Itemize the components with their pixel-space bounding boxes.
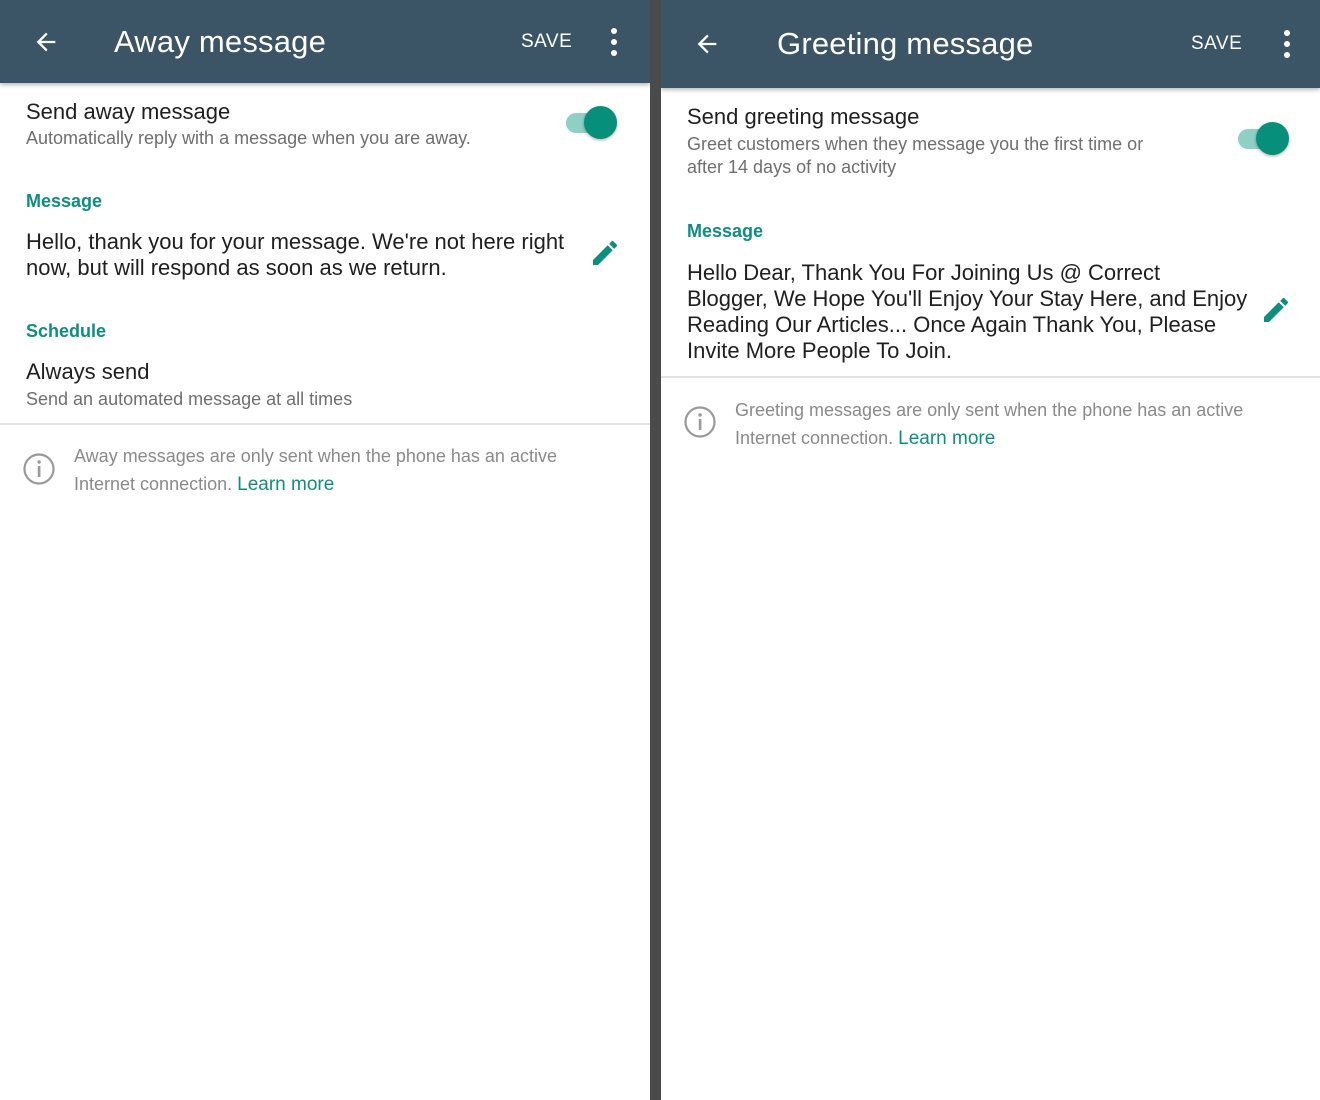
away-message-line-1: Hello, thank you for your message. We're…: [26, 229, 565, 254]
learn-more-link[interactable]: Learn more: [898, 428, 995, 449]
pencil-icon: [1264, 297, 1289, 322]
info-note: Away messages are only sent when the pho…: [74, 442, 557, 499]
edit-message-button[interactable]: [1259, 293, 1293, 327]
app-bar: Away message SAVE: [0, 0, 650, 83]
divider: [661, 376, 1320, 378]
save-button[interactable]: SAVE: [1191, 33, 1242, 55]
send-greeting-subtitle-line-2: after 14 days of no activity: [687, 157, 897, 177]
more-vert-icon[interactable]: [1277, 26, 1297, 62]
info-line-1: Greeting messages are only sent when the…: [735, 400, 1244, 420]
greeting-message-line-1: Hello Dear, Thank You For Joining Us @ C…: [687, 260, 1161, 285]
send-away-toggle[interactable]: [564, 106, 620, 140]
info-circle-icon: [684, 406, 716, 438]
info-line-2: Internet connection. Learn more: [735, 424, 1243, 453]
divider: [0, 423, 650, 425]
pencil-icon: [593, 240, 618, 265]
more-vert-icon[interactable]: [604, 24, 624, 60]
send-away-title: Send away message: [26, 99, 231, 124]
greeting-message-screen: Greeting message SAVE Send greeting mess…: [661, 0, 1320, 1100]
edit-message-button[interactable]: [588, 236, 622, 270]
info-note: Greeting messages are only sent when the…: [735, 396, 1243, 453]
app-bar: Greeting message SAVE: [661, 0, 1320, 88]
send-greeting-subtitle-line-1: Greet customers when they message you th…: [687, 134, 1144, 154]
message-section-header: Message: [26, 191, 103, 211]
arrow-left-icon: [36, 32, 56, 51]
away-message-line-2: now, but will respond as soon as we retu…: [26, 255, 447, 280]
save-button[interactable]: SAVE: [521, 31, 572, 53]
greeting-message-line-2: Blogger, We Hope You'll Enjoy Your Stay …: [687, 286, 1248, 311]
greeting-message-line-3: Reading Our Articles... Once Again Thank…: [687, 312, 1217, 337]
info-line-1: Away messages are only sent when the pho…: [74, 446, 557, 466]
info-line-2-text: Internet connection.: [735, 428, 894, 448]
learn-more-link[interactable]: Learn more: [237, 474, 334, 495]
schedule-section-header: Schedule: [26, 321, 107, 341]
away-message-screen: Away message SAVE Send away message Auto…: [0, 0, 650, 1100]
back-button[interactable]: [689, 26, 725, 62]
schedule-value[interactable]: Always send: [26, 359, 150, 385]
info-line-2-text: Internet connection.: [74, 474, 233, 494]
message-section-header: Message: [687, 221, 764, 241]
arrow-left-icon: [697, 34, 717, 54]
page-title: Greeting message: [777, 26, 1034, 61]
page-title: Away message: [114, 23, 327, 59]
greeting-message-line-4: Invite More People To Join.: [687, 338, 952, 363]
send-greeting-toggle[interactable]: [1236, 122, 1292, 156]
info-circle-icon: [23, 453, 55, 485]
schedule-description: Send an automated message at all times: [26, 389, 353, 409]
info-line-2: Internet connection. Learn more: [74, 470, 557, 499]
back-button[interactable]: [28, 24, 64, 60]
send-away-subtitle: Automatically reply with a message when …: [26, 128, 471, 148]
send-greeting-title: Send greeting message: [687, 104, 920, 129]
